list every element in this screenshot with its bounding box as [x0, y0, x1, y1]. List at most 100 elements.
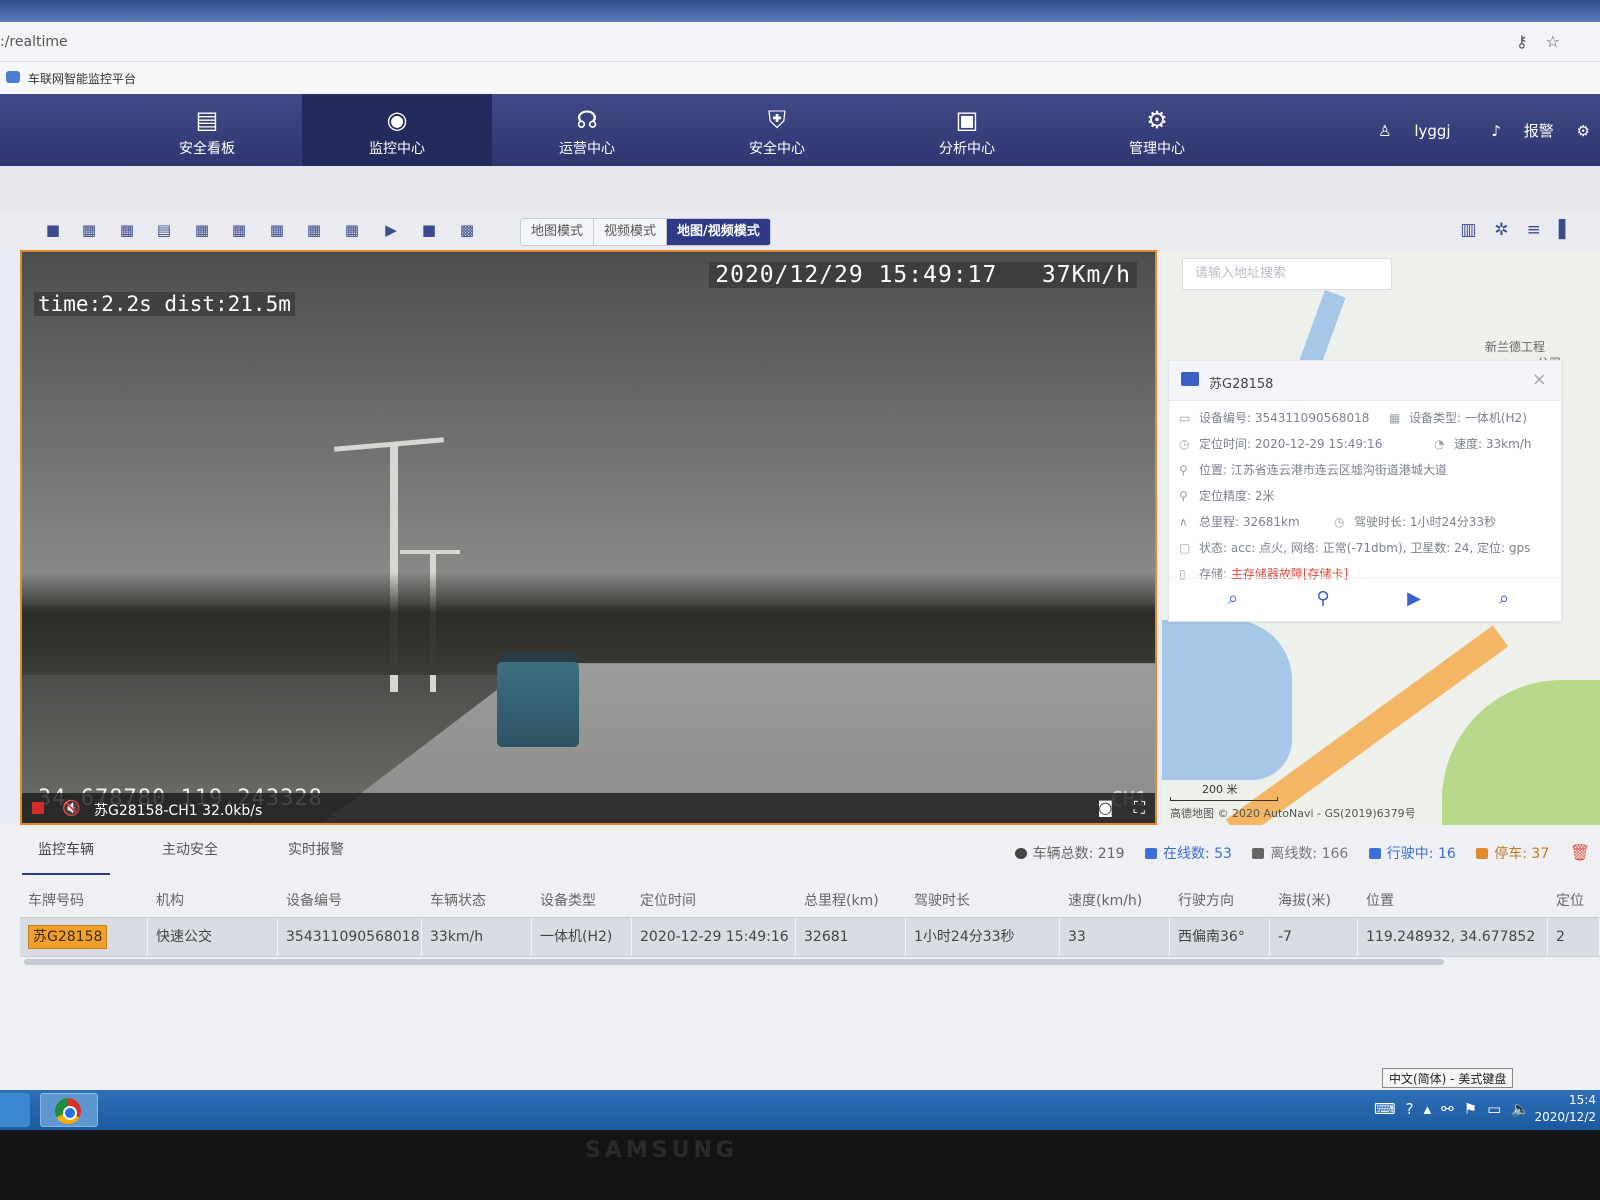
play-icon[interactable]: ▶ [382, 222, 400, 238]
info-value: 江苏省连云港市连云区墟沟街道港城大道 [1230, 463, 1447, 477]
column-header[interactable]: 总里程(km) [796, 885, 906, 917]
stat-parked[interactable]: 停车: 37 [1476, 843, 1549, 863]
nav-safety-dashboard[interactable]: ▤ 安全看板 [112, 94, 302, 166]
column-header[interactable]: 定位 [1548, 885, 1600, 917]
system-tray: ⌨?▴⚯⚑▭🔈 [1374, 1100, 1540, 1118]
settings-icon[interactable]: ⚙ [1577, 122, 1590, 140]
mileage-row: ∧ 总里程: 32681km [1179, 513, 1300, 531]
stat-total[interactable]: 车辆总数: 219 [1014, 843, 1125, 863]
column-header[interactable]: 车牌号码 [20, 885, 148, 917]
table-cell: 西偏南36° [1170, 918, 1270, 956]
video-player[interactable]: 2020/12/29 15:49:17 37Km/h time:2.2s dis… [20, 250, 1157, 825]
column-header[interactable]: 位置 [1358, 885, 1548, 917]
info-label: 定位时间: [1199, 437, 1252, 451]
tab-active-safety[interactable]: 主动安全 [146, 835, 234, 875]
clock-time: 15:4 [1569, 1093, 1596, 1107]
stat-label: 离线数: [1270, 846, 1318, 862]
status-row: ▢ 状态: acc: 点火, 网络: 正常(-71dbm), 卫星数: 24, 定… [1179, 539, 1530, 557]
locate-time-row: ◷ 定位时间: 2020-12-29 15:49:16 [1179, 435, 1382, 453]
tab-map-video-mode[interactable]: 地图/视频模式 [667, 219, 770, 245]
alarm-menu[interactable]: ♪ 报警 [1473, 122, 1553, 140]
track-location-icon[interactable]: ⚲ [1311, 588, 1335, 612]
nav-operation-center[interactable]: ☊ 运营中心 [492, 94, 682, 166]
url-text[interactable]: :/realtime [0, 34, 68, 50]
fullscreen-icon[interactable]: ⛶ [1134, 798, 1145, 818]
column-header[interactable]: 驾驶时长 [906, 885, 1060, 917]
panel-toggle-icon[interactable]: ▌ [1559, 220, 1590, 240]
vehicle-card-header: 苏G28158 × [1169, 361, 1561, 401]
tab-video-mode[interactable]: 视频模式 [594, 219, 668, 245]
map-panel[interactable]: 新兰德工程 公司 请输入地址搜索 苏G28158 × ▭设备编号: 354311… [1162, 250, 1600, 825]
key-icon[interactable]: ⚷ [1516, 32, 1546, 51]
layout-17-icon[interactable]: ▦ [305, 222, 323, 238]
column-header[interactable]: 机构 [148, 885, 278, 917]
column-header[interactable]: 设备类型 [532, 885, 632, 917]
username: lyggj [1414, 122, 1451, 140]
stop-icon[interactable]: ■ [420, 222, 438, 238]
video-play-icon[interactable]: ▶ [1402, 588, 1426, 612]
display-icon[interactable]: ▭ [1487, 1100, 1511, 1118]
column-header[interactable]: 行驶方向 [1170, 885, 1270, 917]
layout-13-icon[interactable]: ▦ [230, 222, 248, 238]
mute-icon[interactable]: 🔇 [62, 799, 81, 817]
stat-value: 219 [1097, 846, 1125, 862]
camera-icon[interactable]: ◙ [1097, 798, 1113, 817]
layout-4-icon[interactable]: ▦ [80, 222, 98, 238]
column-header[interactable]: 速度(km/h) [1060, 885, 1170, 917]
map-park [1442, 680, 1600, 825]
system-clock[interactable]: 15:4 2020/12/2 [1534, 1092, 1596, 1126]
network-icon[interactable]: ⚯ [1441, 1100, 1464, 1118]
flag-icon[interactable]: ⚑ [1464, 1100, 1487, 1118]
layout-1-icon[interactable]: ■ [44, 222, 62, 238]
stop-record-icon[interactable] [32, 802, 44, 814]
satellite-icon[interactable]: ✲ [1494, 220, 1526, 240]
chrome-taskbar-button[interactable] [40, 1093, 98, 1127]
column-header[interactable]: 车辆状态 [422, 885, 532, 917]
tab-realtime-alarm[interactable]: 实时报警 [272, 835, 360, 875]
stat-online[interactable]: 在线数: 53 [1144, 843, 1232, 863]
map-layer-icon[interactable]: ▥ [1460, 220, 1494, 240]
history-search-icon[interactable]: ⌕ [1221, 588, 1245, 612]
table-cell: 354311090568018 [278, 918, 422, 956]
road-icon: ∧ [1179, 515, 1188, 529]
layout-9-icon[interactable]: ▦ [193, 222, 211, 238]
traffic-icon[interactable]: ≡ [1527, 220, 1559, 240]
vehicle-info-card: 苏G28158 × ▭ 设备编号: 354311090568018 ▦ 设备类型: … [1168, 360, 1562, 622]
address-search-input[interactable]: 请输入地址搜索 [1182, 258, 1392, 290]
clock-date: 2020/12/2 [1534, 1110, 1596, 1124]
nav-management-center[interactable]: ⚙ 管理中心 [1062, 94, 1252, 166]
layout-8-icon[interactable]: ▤ [155, 222, 173, 238]
column-header[interactable]: 海拔(米) [1270, 885, 1358, 917]
address-bar[interactable]: :/realtime ⚷☆ [0, 22, 1600, 62]
info-value: 一体机(H2) [1464, 411, 1527, 425]
layout-16-icon[interactable]: ▦ [268, 222, 286, 238]
user-menu[interactable]: ♙ lyggj [1360, 122, 1451, 140]
inspect-icon[interactable]: ⌕ [1492, 588, 1516, 612]
close-icon[interactable]: × [1532, 369, 1547, 390]
nav-label: 运营中心 [559, 141, 615, 157]
stat-driving[interactable]: 行驶中: 16 [1368, 843, 1456, 863]
nav-analysis-center[interactable]: ▣ 分析中心 [872, 94, 1062, 166]
tab-monitored-vehicles[interactable]: 监控车辆 [22, 835, 110, 875]
capture-icon[interactable]: ▩ [458, 222, 476, 238]
start-button[interactable] [0, 1093, 30, 1127]
tab-map-mode[interactable]: 地图模式 [521, 219, 595, 245]
vehicle-status-cell[interactable]: 33km/h [422, 918, 532, 956]
help-icon[interactable]: ? [1406, 1100, 1424, 1118]
column-header[interactable]: 定位时间 [632, 885, 796, 917]
column-header[interactable]: 设备编号 [278, 885, 422, 917]
tray-arrow-icon[interactable]: ▴ [1424, 1100, 1442, 1118]
plate-badge[interactable]: 苏G28158 [28, 925, 108, 949]
layout-6-icon[interactable]: ▦ [118, 222, 136, 238]
nav-security-center[interactable]: ⛨ 安全中心 [682, 94, 872, 166]
keyboard-icon[interactable]: ⌨ [1374, 1100, 1406, 1118]
stat-offline[interactable]: 离线数: 166 [1252, 843, 1348, 863]
horizontal-scrollbar[interactable] [24, 959, 1444, 965]
star-icon[interactable]: ☆ [1546, 32, 1578, 51]
layout-25-icon[interactable]: ▦ [343, 222, 361, 238]
video-treeline [22, 571, 1155, 675]
nav-monitor-center[interactable]: ◉ 监控中心 [302, 94, 492, 166]
table-row[interactable]: 苏G28158 快速公交 354311090568018 33km/h 一体机(… [20, 917, 1600, 957]
tab-title[interactable]: 车联网智能监控平台 [28, 70, 136, 87]
trash-icon[interactable]: 🗑 [1570, 843, 1590, 862]
